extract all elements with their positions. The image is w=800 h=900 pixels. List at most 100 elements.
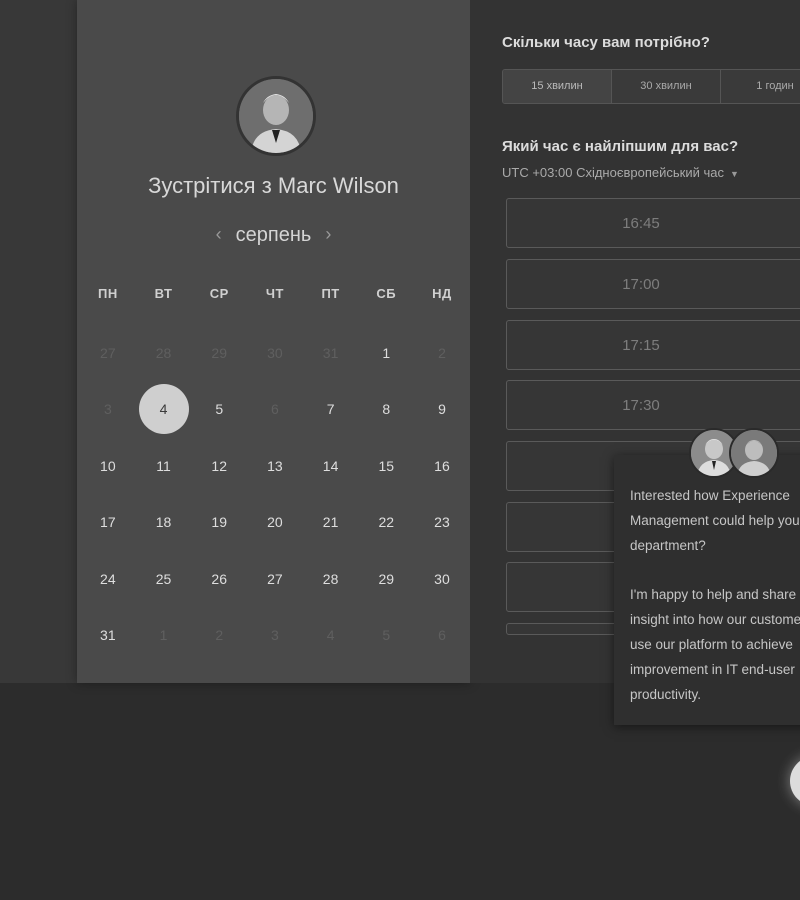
time-slot[interactable]: 17:00 <box>506 259 800 309</box>
chat-line: use our platform to achieve <box>630 637 793 652</box>
calendar-day-number: 4 <box>326 627 335 643</box>
chat-line: I'm happy to help and share <box>630 587 797 602</box>
calendar-day-number: 5 <box>382 627 391 643</box>
host-avatar <box>236 76 316 156</box>
chat-line: Management could help your <box>630 513 800 528</box>
calendar-day[interactable]: 1 <box>358 328 414 378</box>
calendar-day: 3 <box>80 384 136 434</box>
calendar-day[interactable]: 14 <box>303 441 359 491</box>
meeting-title-prefix: Зустрітися з <box>148 173 272 198</box>
month-navigation: ‹ серпень › <box>77 224 470 247</box>
calendar-day[interactable]: 22 <box>358 497 414 547</box>
calendar-week-row: 27 28 29 30 31 1 2 <box>80 328 470 378</box>
timezone-label: UTC +03:00 Східноєвропейський час <box>502 165 724 180</box>
timezone-selector[interactable]: UTC +03:00 Східноєвропейський час ▼ <box>502 165 739 180</box>
weekday-label: ПТ <box>321 286 340 301</box>
calendar-day-number: 1 <box>382 345 391 361</box>
calendar-day[interactable]: 19 <box>191 497 247 547</box>
calendar-day-number: 27 <box>100 345 116 361</box>
calendar-day: 5 <box>358 610 414 660</box>
time-slot[interactable]: 17:15 <box>506 320 800 370</box>
calendar-day[interactable]: 20 <box>247 497 303 547</box>
calendar-day: 1 <box>136 610 192 660</box>
weekday-label: НД <box>432 286 452 301</box>
duration-option-15[interactable]: 15 хвилин <box>503 70 612 103</box>
calendar-day[interactable]: 13 <box>247 441 303 491</box>
calendar-day[interactable]: 8 <box>358 384 414 434</box>
calendar-day[interactable]: 27 <box>247 554 303 604</box>
calendar-day[interactable]: 25 <box>136 554 192 604</box>
calendar-day[interactable]: 21 <box>303 497 359 547</box>
duration-option-60[interactable]: 1 годин <box>721 70 800 103</box>
weekday-label: СБ <box>376 286 397 301</box>
chat-message-body: I'm happy to help and share insight into… <box>630 582 800 707</box>
calendar-day-selected[interactable]: 4 <box>136 384 192 434</box>
calendar-day-number: 21 <box>322 514 339 530</box>
calendar-week-row: 17 18 19 20 21 22 23 <box>80 497 470 547</box>
time-slot[interactable]: 16:45 <box>506 198 800 248</box>
calendar-day: 2 <box>414 328 470 378</box>
calendar-day[interactable]: 26 <box>191 554 247 604</box>
calendar-day[interactable]: 15 <box>358 441 414 491</box>
calendar-day: 29 <box>191 328 247 378</box>
calendar-day[interactable]: 24 <box>80 554 136 604</box>
calendar-day: 31 <box>303 328 359 378</box>
calendar-day[interactable]: 9 <box>414 384 470 434</box>
chat-line: productivity. <box>630 687 702 702</box>
month-label: серпень <box>235 224 312 246</box>
calendar-day-number: 18 <box>155 514 172 530</box>
host-name: Marc Wilson <box>277 173 399 198</box>
chat-popup[interactable]: Interested how Experience Management cou… <box>614 455 800 725</box>
calendar-day: 4 <box>303 610 359 660</box>
calendar-day[interactable]: 5 <box>191 384 247 434</box>
calendar-day: 3 <box>247 610 303 660</box>
calendar-day[interactable]: 7 <box>303 384 359 434</box>
calendar-day-number: 2 <box>215 627 224 643</box>
duration-question: Скільки часу вам потрібно? <box>502 34 710 51</box>
chat-line: Interested how Experience <box>630 488 790 503</box>
calendar-week-row: 3 4 5 6 7 8 9 <box>80 384 470 434</box>
calendar-day-number: 23 <box>434 514 450 530</box>
time-slot[interactable]: 17:30 <box>506 380 800 430</box>
weekday-label: СР <box>209 286 229 301</box>
next-month-icon[interactable]: › <box>311 224 345 245</box>
chat-message-intro: Interested how Experience Management cou… <box>630 483 800 558</box>
calendar-day: 6 <box>414 610 470 660</box>
calendar-day-number: 17 <box>100 514 116 530</box>
calendar-day[interactable]: 28 <box>303 554 359 604</box>
calendar-day[interactable]: 11 <box>136 441 192 491</box>
caret-down-icon: ▼ <box>729 169 739 179</box>
calendar-day[interactable]: 12 <box>191 441 247 491</box>
calendar-day[interactable]: 10 <box>80 441 136 491</box>
weekday-label: ПН <box>97 286 118 301</box>
calendar-day-number: 27 <box>267 571 283 587</box>
calendar-day-number: 2 <box>438 345 446 361</box>
calendar-day-number: 28 <box>322 571 339 587</box>
prev-month-icon[interactable]: ‹ <box>202 224 236 245</box>
calendar-week-row: 31 1 2 3 4 5 6 <box>80 610 470 660</box>
calendar-day[interactable]: 31 <box>80 610 136 660</box>
calendar-day-number: 10 <box>100 458 116 474</box>
chat-message: Interested how Experience Management cou… <box>630 483 800 731</box>
duration-option-30[interactable]: 30 хвилин <box>612 70 721 103</box>
calendar-day[interactable]: 23 <box>414 497 470 547</box>
calendar-day[interactable]: 30 <box>414 554 470 604</box>
calendar-day: 28 <box>136 328 192 378</box>
meeting-title: Зустрітися з Marc Wilson <box>77 173 470 199</box>
calendar-day-number: 19 <box>211 514 227 530</box>
calendar-week-row: 10 11 12 13 14 15 16 <box>80 441 470 491</box>
calendar-day[interactable]: 18 <box>136 497 192 547</box>
calendar-day-number: 30 <box>267 345 283 361</box>
calendar-day-number: 13 <box>267 458 283 474</box>
page-left-margin <box>0 0 77 683</box>
calendar-day: 27 <box>80 328 136 378</box>
calendar-day[interactable]: 29 <box>358 554 414 604</box>
calendar-day-number: 7 <box>326 401 335 417</box>
calendar-day-number: 1 <box>159 627 168 643</box>
calendar-panel: Зустрітися з Marc Wilson ‹ серпень › ПН ВТ… <box>77 0 470 683</box>
weekday-header: ПН ВТ СР ЧТ ПТ СБ НД <box>80 286 470 301</box>
calendar-day-number: 6 <box>438 627 446 643</box>
time-question: Який час є найліпшим для вас? <box>502 138 739 155</box>
calendar-day[interactable]: 17 <box>80 497 136 547</box>
calendar-day[interactable]: 16 <box>414 441 470 491</box>
